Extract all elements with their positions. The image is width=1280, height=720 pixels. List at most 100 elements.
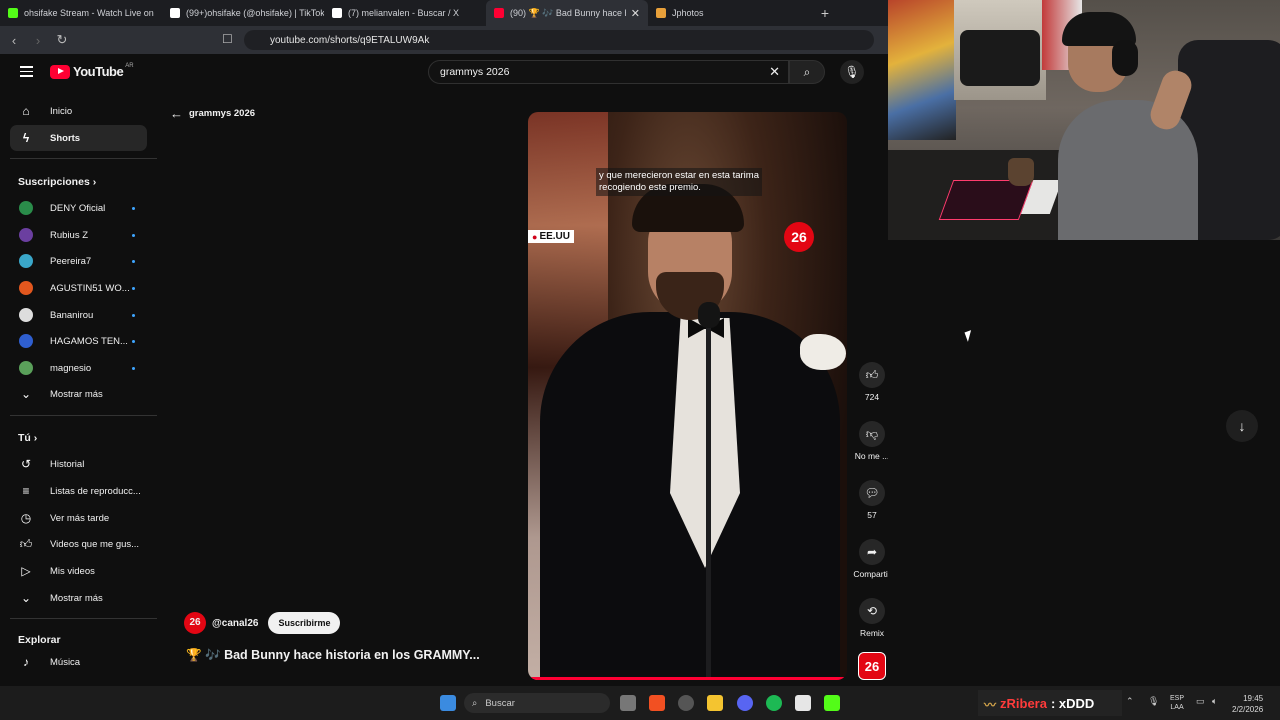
x-icon xyxy=(332,8,342,18)
subscription-label: Bananirou xyxy=(50,309,94,321)
subscription-item[interactable]: HAGAMOS TEN... xyxy=(10,328,147,354)
dislike-button[interactable]: 👎︎ No me ... xyxy=(852,421,892,461)
comment-icon: 💬︎ xyxy=(859,480,885,506)
thumbs-up-icon: 👍︎ xyxy=(19,536,33,551)
sidebar-item-historial[interactable]: ↺ Historial xyxy=(10,451,147,477)
thumbs-down-icon: 👎︎ xyxy=(859,421,885,447)
caption-line: recogiendo este premio. xyxy=(599,182,701,193)
like-button[interactable]: 👍︎ 724 xyxy=(852,362,892,402)
sidebar-item-label: Listas de reproducc... xyxy=(50,485,141,497)
tab-title: ohsifake Stream - Watch Live on xyxy=(24,8,154,18)
subscription-label: Rubius Z xyxy=(50,229,89,241)
forward-arrow-icon[interactable]: › xyxy=(28,33,48,48)
webcam-mate-cup xyxy=(1008,158,1034,186)
system-clock[interactable]: 19:45 2/2/2026 xyxy=(1232,693,1263,715)
tiktok-icon xyxy=(170,8,180,18)
subscribe-button[interactable]: Suscribirme xyxy=(268,612,341,634)
close-tab-icon[interactable]: ✕ xyxy=(631,7,640,20)
volume-icon[interactable]: 🔈︎ xyxy=(1212,696,1217,707)
tab-title: (90) 🏆 🎶 Bad Bunny hace histo xyxy=(510,7,626,18)
short-video-player[interactable]: y que merecieron estar en esta tarima re… xyxy=(528,112,847,680)
sidebar-item-my-videos[interactable]: ▷ Mis videos xyxy=(10,558,147,584)
search-input[interactable]: grammys 2026 ✕ xyxy=(428,60,789,84)
back-to-search[interactable]: ← grammys 2026 xyxy=(170,106,255,121)
tab-youtube[interactable]: (90) 🏆 🎶 Bad Bunny hace histo ✕ xyxy=(486,0,648,26)
you-heading[interactable]: Tú › xyxy=(18,432,37,444)
sidebar-item-watch-later[interactable]: ◷ Ver más tarde xyxy=(10,505,147,531)
channel-avatar xyxy=(19,334,33,348)
divider xyxy=(10,158,157,159)
next-short-button[interactable]: ↓ xyxy=(1226,410,1258,442)
chevron-up-icon[interactable]: ⌃ xyxy=(1126,696,1134,707)
search-button[interactable]: ⌕ xyxy=(789,60,825,84)
sidebar-item-shorts[interactable]: ϟ Shorts xyxy=(10,125,147,151)
youtube-play-icon xyxy=(50,64,70,79)
empty-area xyxy=(888,240,1280,686)
search-value: grammys 2026 xyxy=(440,66,510,78)
show-more-subscriptions[interactable]: ⌄ Mostrar más xyxy=(10,381,147,407)
sidebar-item-label: Shorts xyxy=(50,132,81,144)
subscription-item[interactable]: DENY Oficial xyxy=(10,195,147,221)
back-arrow-icon[interactable]: ‹ xyxy=(4,33,24,48)
channel-avatar-button[interactable]: 26 xyxy=(858,652,886,680)
folder-icon[interactable] xyxy=(707,695,723,711)
channel-avatar xyxy=(19,201,33,215)
discord-icon[interactable] xyxy=(737,695,753,711)
clear-search-icon[interactable]: ✕ xyxy=(769,64,780,80)
subscription-item[interactable]: Bananirou xyxy=(10,302,147,328)
network-icon[interactable]: ▭ xyxy=(1196,696,1205,707)
microphone-icon[interactable]: 🎙︎ xyxy=(1148,696,1159,707)
new-content-dot xyxy=(132,206,135,210)
video-progress-bar[interactable] xyxy=(528,677,847,680)
kick-icon[interactable] xyxy=(824,695,840,711)
new-tab-button[interactable]: + xyxy=(810,5,840,21)
app-icon[interactable] xyxy=(795,695,811,711)
spotify-icon[interactable] xyxy=(766,695,782,711)
language-indicator[interactable]: ESP LAA xyxy=(1170,694,1184,712)
like-count: 724 xyxy=(864,392,880,402)
subscription-item[interactable]: Peereira7 xyxy=(10,248,147,274)
subscription-item[interactable]: magnesio xyxy=(10,355,147,381)
remix-button[interactable]: ⟲ Remix xyxy=(852,598,892,638)
taskbar-search[interactable]: ⌕ Buscar xyxy=(464,693,610,713)
video-microphone xyxy=(698,302,720,328)
new-content-dot xyxy=(132,259,135,263)
subscriptions-heading[interactable]: Suscripciones › xyxy=(18,176,96,188)
reload-icon[interactable]: ↻ xyxy=(52,32,72,48)
show-more-you[interactable]: ⌄ Mostrar más xyxy=(10,585,147,611)
shorts-icon: ϟ xyxy=(22,131,30,145)
webcam-poster xyxy=(888,0,956,140)
voice-search-button[interactable]: 🎙︎ xyxy=(840,60,864,84)
chrome-icon[interactable] xyxy=(678,695,694,711)
tab-tiktok[interactable]: (99+)ohsifake (@ohsifake) | TikTok xyxy=(162,0,324,26)
back-label: grammys 2026 xyxy=(189,108,256,119)
channel-avatar[interactable]: 26 xyxy=(184,612,206,634)
task-view-icon[interactable] xyxy=(620,695,636,711)
bookmark-icon[interactable]: ☐ xyxy=(222,32,233,46)
sidebar-item-label: Mis videos xyxy=(50,565,95,577)
tab-photos[interactable]: Jphotos xyxy=(648,0,810,26)
sidebar-item-music[interactable]: ♪ Música xyxy=(10,649,147,675)
subscription-item[interactable]: Rubius Z xyxy=(10,222,147,248)
short-title[interactable]: 🏆 🎶 Bad Bunny hace historia en los GRAMM… xyxy=(186,648,480,663)
search-icon: ⌕ xyxy=(803,65,811,79)
channel-watermark: 26 xyxy=(784,222,814,252)
start-icon[interactable] xyxy=(440,695,456,711)
sidebar-item-liked[interactable]: 👍︎ Videos que me gus... xyxy=(10,531,147,557)
channel-avatar xyxy=(19,228,33,242)
comments-button[interactable]: 💬︎ 57 xyxy=(852,480,892,520)
brave-icon[interactable] xyxy=(649,695,665,711)
sidebar-item-inicio[interactable]: ⌂ Inicio xyxy=(10,98,147,124)
my-videos-icon: ▷ xyxy=(21,564,31,578)
url-field[interactable]: youtube.com/shorts/q9ETALUW9Ak xyxy=(244,30,874,50)
tab-kick[interactable]: ohsifake Stream - Watch Live on xyxy=(0,0,162,26)
channel-handle[interactable]: @canal26 xyxy=(212,618,258,629)
subscription-item[interactable]: AGUSTIN51 WO... xyxy=(10,275,147,301)
remix-icon: ⟲ xyxy=(859,598,885,624)
sidebar-item-playlists[interactable]: ≡ Listas de reproducc... xyxy=(10,478,147,504)
remix-label: Remix xyxy=(859,628,885,638)
menu-icon[interactable] xyxy=(20,66,33,80)
new-content-dot xyxy=(132,233,135,237)
tab-x[interactable]: (7) melianvalen - Buscar / X xyxy=(324,0,486,26)
youtube-logo[interactable]: YouTube AR xyxy=(50,63,134,79)
